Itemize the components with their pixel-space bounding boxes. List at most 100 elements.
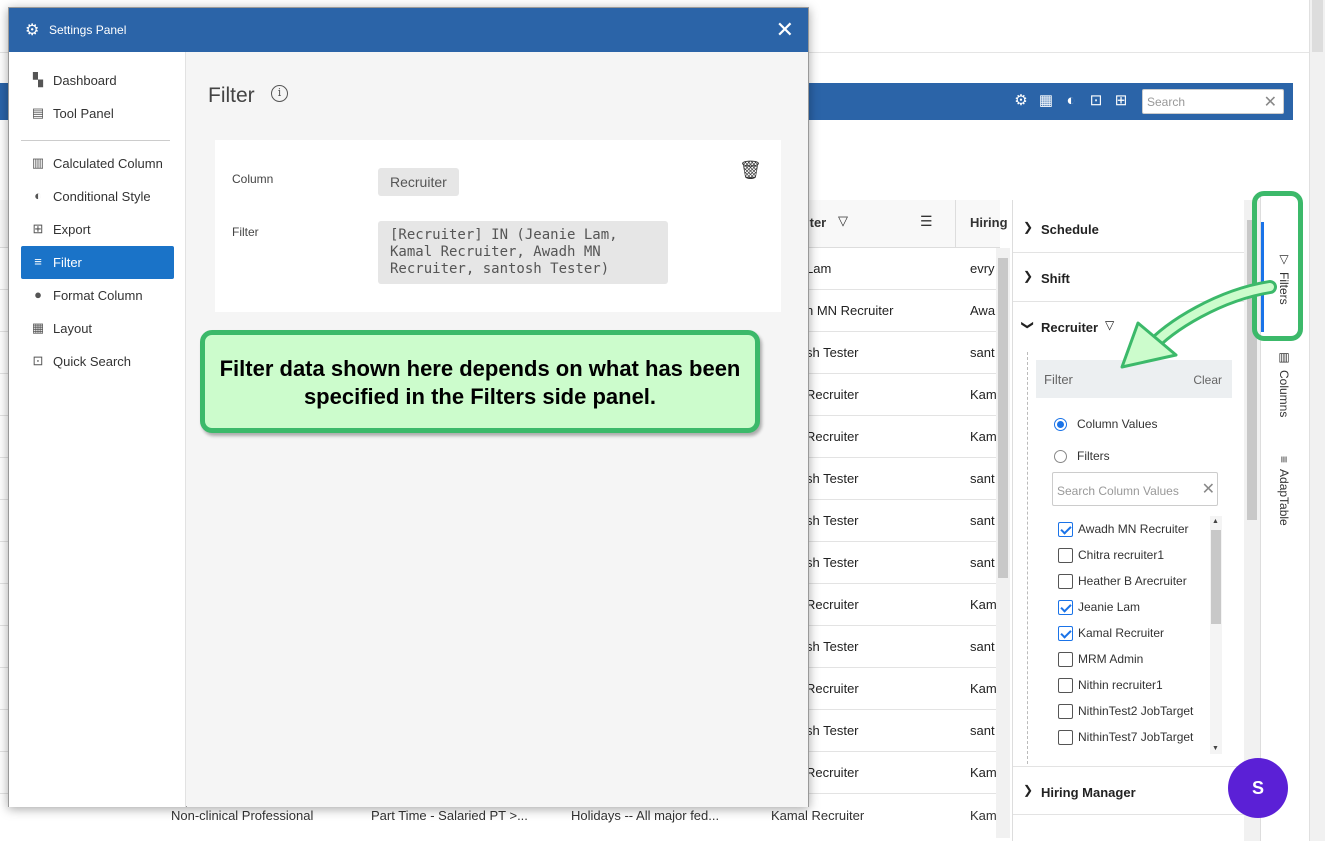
gear-icon[interactable]: ⚙ — [1012, 92, 1030, 110]
section-label: Shift — [1041, 271, 1070, 286]
info-icon[interactable]: i — [271, 85, 288, 102]
list-item[interactable]: NithinTest7 JobTarget — [1058, 730, 1194, 746]
checkbox-checked[interactable] — [1058, 600, 1073, 616]
annotation-arrow — [1120, 280, 1277, 369]
nav-item-format-column[interactable]: ● Format Column — [21, 279, 174, 312]
hiring-cell: sant — [970, 639, 995, 654]
values-scrollbar[interactable]: ▲ ▼ — [1210, 516, 1222, 754]
nav-item-conditional-style[interactable]: ◐ Conditional Style — [21, 180, 174, 213]
toolbar-search-placeholder: Search — [1147, 95, 1186, 109]
column-menu-icon[interactable]: ☰ — [920, 213, 933, 230]
checkbox-unchecked[interactable] — [1058, 548, 1073, 564]
list-item[interactable]: Jeanie Lam — [1058, 600, 1140, 616]
clipboard-icon: ▤ — [31, 105, 45, 120]
gear-icon: ⚙ — [25, 22, 40, 39]
page-scrollbar[interactable] — [1309, 0, 1325, 841]
hiring-cell: sant — [970, 723, 995, 738]
column-filter-icon: ▽ — [838, 213, 848, 228]
column-header-hiring[interactable]: Hiring — [970, 215, 1010, 230]
radio-off[interactable] — [1054, 450, 1067, 464]
column-value-chip: Recruiter — [378, 168, 459, 196]
theme-drop-icon[interactable]: ◐ — [1062, 92, 1080, 110]
clear-search-icon[interactable]: ✕ — [1202, 479, 1215, 499]
column-header-recruiter[interactable]: iter — [806, 215, 826, 230]
filter-label: Filter — [232, 225, 259, 239]
quick-search-icon[interactable]: ⊡ — [1087, 92, 1105, 110]
list-item-label: Chitra recruiter1 — [1078, 548, 1165, 562]
radio-filters[interactable]: Filters — [1054, 449, 1110, 464]
tab-label: Columns — [1277, 370, 1291, 418]
page-scrollbar-thumb[interactable] — [1312, 0, 1323, 52]
hiring-cell: sant — [970, 555, 995, 570]
nav-item-export[interactable]: ⊞ Export — [21, 213, 174, 246]
export-icon[interactable]: ⊞ — [1112, 92, 1130, 110]
column-divider — [955, 200, 956, 248]
tab-adaptable[interactable]: ≡ AdapTable — [1265, 456, 1291, 526]
palette-icon: ● — [34, 287, 42, 302]
list-item[interactable]: Kamal Recruiter — [1058, 626, 1164, 642]
nav-item-label: Calculated Column — [53, 156, 163, 171]
section-label: Hiring Manager — [1041, 785, 1136, 800]
filter-bar-label: Filter — [1044, 372, 1073, 387]
calculated-column-icon: ▥ — [31, 155, 45, 170]
nav-item-label: Quick Search — [53, 354, 132, 369]
checkbox-unchecked[interactable] — [1058, 678, 1073, 694]
filter-icon: ≡ — [34, 254, 42, 269]
recruiter-cell: sh Tester — [806, 471, 859, 486]
section-schedule[interactable]: ❯ Schedule — [1013, 204, 1245, 253]
grid-icon[interactable]: ▦ — [1037, 92, 1055, 110]
nav-item-quick-search[interactable]: ⊡ Quick Search — [21, 345, 174, 378]
close-icon[interactable]: ✕ — [776, 17, 794, 43]
clear-button[interactable]: Clear — [1193, 373, 1222, 387]
checkbox-unchecked[interactable] — [1058, 652, 1073, 668]
nav-item-calculated-column[interactable]: ▥ Calculated Column — [21, 147, 174, 180]
checkbox-unchecked[interactable] — [1058, 574, 1073, 590]
recruiter-cell: sh Tester — [806, 345, 859, 360]
nav-item-label: Dashboard — [53, 73, 117, 88]
list-item[interactable]: Awadh MN Recruiter — [1058, 522, 1189, 538]
hiring-cell: sant — [970, 471, 995, 486]
radio-label: Column Values — [1077, 417, 1158, 431]
quick-search-icon: ⊡ — [32, 353, 44, 368]
nav-item-label: Format Column — [53, 288, 143, 303]
chevron-right-icon: ❯ — [1023, 220, 1034, 234]
search-column-values-input[interactable]: Search Column Values ✕ — [1052, 472, 1218, 506]
list-item[interactable]: NithinTest2 JobTarget — [1058, 704, 1193, 720]
toolbar-search-input[interactable]: Search ✕ — [1142, 89, 1284, 114]
list-item[interactable]: MRM Admin — [1058, 652, 1143, 668]
grid-scrollbar-thumb[interactable] — [998, 258, 1008, 578]
list-item-label: Awadh MN Recruiter — [1078, 522, 1189, 536]
checkbox-checked[interactable] — [1058, 626, 1073, 642]
radio-column-values[interactable]: Column Values — [1054, 417, 1158, 432]
scroll-up-icon[interactable]: ▲ — [1212, 518, 1219, 525]
section-hiring-manager[interactable]: ❯ Hiring Manager — [1013, 766, 1245, 815]
list-item[interactable]: Nithin recruiter1 — [1058, 678, 1163, 694]
tab-label: AdapTable — [1277, 469, 1291, 526]
nav-item-dashboard[interactable]: ▚ Dashboard — [21, 64, 174, 97]
chevron-right-icon: ❯ — [1023, 269, 1034, 283]
recruiter-cell: Recruiter — [806, 681, 859, 696]
grid-scrollbar[interactable] — [996, 248, 1010, 838]
filter-value-chip: [Recruiter] IN (Jeanie Lam, Kamal Recrui… — [378, 221, 668, 284]
clear-search-icon[interactable]: ✕ — [1264, 92, 1277, 112]
trash-icon[interactable]: 🗑 — [739, 160, 762, 181]
nav-item-tool-panel[interactable]: ▤ Tool Panel — [21, 97, 174, 130]
list-item[interactable]: Heather B Arecruiter — [1058, 574, 1187, 590]
assistant-fab-button[interactable]: S — [1228, 758, 1288, 818]
recruiter-cell: Recruiter — [806, 597, 859, 612]
nav-item-layout[interactable]: ▦ Layout — [21, 312, 174, 345]
nav-item-filter[interactable]: ≡ Filter — [21, 246, 174, 279]
nav-item-label: Export — [53, 222, 91, 237]
column-values-list: Awadh MN Recruiter Chitra recruiter1 Heath… — [1052, 516, 1222, 754]
table-cell: Holidays -- All major fed... — [571, 808, 720, 823]
checkbox-checked[interactable] — [1058, 522, 1073, 538]
radio-on[interactable] — [1054, 418, 1067, 432]
scroll-down-icon[interactable]: ▼ — [1212, 745, 1219, 752]
checkbox-unchecked[interactable] — [1058, 704, 1073, 720]
filter-card: Column Recruiter Filter [Recruiter] IN (… — [215, 140, 781, 312]
checkbox-unchecked[interactable] — [1058, 730, 1073, 746]
list-item-label: NithinTest7 JobTarget — [1078, 730, 1194, 744]
list-item[interactable]: Chitra recruiter1 — [1058, 548, 1165, 564]
hiring-cell: Kam — [970, 681, 996, 696]
values-scrollbar-thumb[interactable] — [1211, 530, 1221, 624]
